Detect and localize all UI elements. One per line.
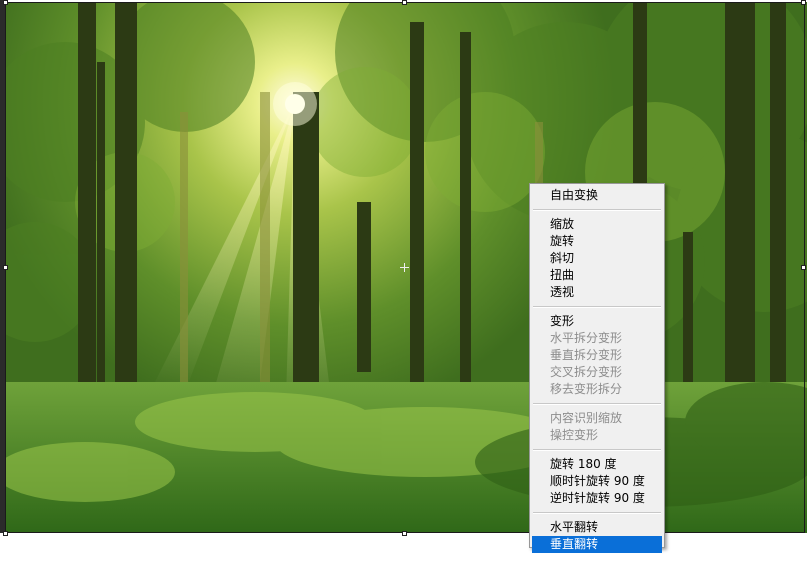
transform-context-menu: 自由变换 缩放 旋转 斜切 扭曲 透视 变形 水平拆分变形 垂直拆分变形 交叉拆… [529,183,665,553]
menu-item-rotate-180[interactable]: 旋转 180 度 [530,456,664,473]
menu-item-rotate[interactable]: 旋转 [530,233,664,250]
transform-handle-bottom-left[interactable] [3,531,8,536]
transform-handle-middle-left[interactable] [3,265,8,270]
menu-item-rotate-90-ccw[interactable]: 逆时针旋转 90 度 [530,490,664,507]
transform-handle-top-left[interactable] [3,0,8,5]
menu-item-remove-warp-split: 移去变形拆分 [550,382,623,396]
menu-separator [533,306,661,308]
menu-item-split-warp-horizontal: 水平拆分变形 [550,331,623,345]
menu-item-content-aware-scale: 内容识别缩放 [550,411,623,425]
transform-handle-top-right[interactable] [801,0,806,5]
menu-item-puppet-warp: 操控变形 [550,428,599,442]
menu-item-perspective[interactable]: 透视 [530,284,664,301]
menu-item-split-warp-crosswise: 交叉拆分变形 [550,365,623,379]
transform-handle-bottom-center[interactable] [402,531,407,536]
menu-separator [533,512,661,514]
document-canvas[interactable] [0,0,807,588]
menu-separator [533,403,661,405]
menu-item-rotate-90-cw[interactable]: 顺时针旋转 90 度 [530,473,664,490]
menu-item-split-warp-vertical: 垂直拆分变形 [550,348,623,362]
transform-handle-middle-right[interactable] [801,265,806,270]
transform-handle-top-center[interactable] [402,0,407,5]
menu-item-free-transform[interactable]: 自由变换 [530,187,664,204]
menu-item-flip-horizontal[interactable]: 水平翻转 [530,519,664,536]
menu-item-distort[interactable]: 扭曲 [530,267,664,284]
menu-separator [533,209,661,211]
menu-separator [533,449,661,451]
reference-point-icon[interactable] [400,263,409,272]
menu-item-skew[interactable]: 斜切 [530,250,664,267]
menu-item-warp[interactable]: 变形 [530,313,664,330]
menu-item-scale[interactable]: 缩放 [530,216,664,233]
menu-item-flip-vertical[interactable]: 垂直翻转 [532,536,662,553]
